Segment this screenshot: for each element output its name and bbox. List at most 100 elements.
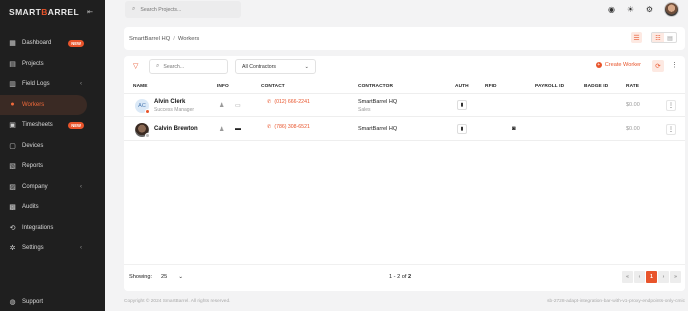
sidebar-item-workers[interactable]: ● Workers <box>0 94 87 115</box>
refresh-button[interactable]: ⟳ <box>652 60 664 72</box>
row-actions-button[interactable]: ⋮ <box>666 100 676 111</box>
workers-toolbar: ▽ ⌕ All Contractors ⌄ + Create Worker ⟳ … <box>124 56 685 78</box>
sidebar-item-integrations[interactable]: ⟲ Integrations <box>0 218 87 239</box>
contact-phone[interactable]: ✆ (786) 308-6521 <box>267 124 310 130</box>
gear-icon[interactable]: ⚙ <box>645 5 654 14</box>
col-contact[interactable]: CONTACT <box>261 84 285 89</box>
chevron-left-icon: ‹ <box>80 81 82 88</box>
person-icon: ♟ <box>219 127 225 133</box>
page-number-button[interactable]: 1 <box>646 271 657 283</box>
page-size-select[interactable]: 25 ⌄ <box>159 271 185 283</box>
menu-lines-icon[interactable]: ☰ <box>631 32 642 43</box>
sidebar-item-field-logs[interactable]: ▥ Field Logs ‹ <box>0 74 87 95</box>
sidebar-item-label: Field Logs <box>22 81 50 88</box>
first-page-button[interactable]: « <box>622 271 633 283</box>
last-page-button[interactable]: » <box>670 271 681 283</box>
sidebar-item-label: Workers <box>22 101 45 108</box>
table-row[interactable]: AC Alvin Clerk Success Manager ♟ ▭ ✆ (012… <box>124 94 685 117</box>
col-payroll[interactable]: PAYROLL ID <box>535 84 564 89</box>
contractor-select[interactable]: All Contractors ⌄ <box>235 59 316 74</box>
worker-name[interactable]: Alvin Clerk <box>154 99 185 105</box>
col-auth: AUTH <box>455 84 469 89</box>
contact-phone[interactable]: ✆ (012) 666-2241 <box>267 99 310 105</box>
projects-icon: ▤ <box>9 60 16 68</box>
notifications-icon[interactable]: ◉ <box>607 5 616 14</box>
mobile-auth-icon[interactable]: ▮ <box>457 124 467 134</box>
audits-icon: ▩ <box>9 204 16 212</box>
user-avatar[interactable] <box>664 2 679 17</box>
worker-search[interactable]: ⌕ <box>149 59 228 74</box>
breadcrumb-current: Workers <box>177 35 200 42</box>
pager: « ‹ 1 › » <box>622 271 681 283</box>
sidebar-item-dashboard[interactable]: ▦ Dashboard NEW <box>0 33 87 54</box>
prev-page-button[interactable]: ‹ <box>634 271 645 283</box>
sidebar-item-company[interactable]: ▨ Company ‹ <box>0 177 87 198</box>
project-search-input[interactable] <box>140 6 236 13</box>
search-icon: ⌕ <box>132 6 136 12</box>
rate-value: $0.00 <box>626 102 640 108</box>
workers-icon: ● <box>10 101 15 109</box>
worker-name[interactable]: Calvin Brewton <box>154 126 198 132</box>
mobile-auth-icon[interactable]: ▮ <box>457 100 467 110</box>
breadcrumb: SmartBarrel HQ / Workers ☰ ☷ ▤ <box>124 27 685 50</box>
page-range: 1 - 2 of 2 <box>389 274 412 280</box>
col-rate[interactable]: RATE <box>626 84 639 89</box>
top-actions: ◉ ☀ ⚙ <box>607 2 679 17</box>
more-options-icon[interactable]: ⋮ <box>671 61 678 69</box>
reports-icon: ▧ <box>9 163 16 171</box>
sidebar-item-devices[interactable]: ▢ Devices <box>0 136 87 157</box>
project-search[interactable]: ⌕ <box>125 1 241 18</box>
sidebar-item-label: Audits <box>22 204 39 211</box>
brand-logo[interactable]: SMARTBARREL ⇤ <box>0 0 105 24</box>
chevron-left-icon: ‹ <box>80 183 82 190</box>
search-icon: ⌕ <box>156 63 160 69</box>
collapse-sidebar-icon[interactable]: ⇤ <box>87 8 93 16</box>
sidebar-nav: ▦ Dashboard NEW ▤ Projects ▥ Field Logs ‹ ● Worke… <box>0 33 105 259</box>
brand-name: SMARTBARREL <box>9 7 80 17</box>
col-badge[interactable]: BADGE ID <box>584 84 608 89</box>
phone-icon: ✆ <box>267 99 272 105</box>
sidebar-item-label: Dashboard <box>22 40 52 47</box>
table-view-button[interactable]: ▤ <box>664 33 676 42</box>
sidebar-item-label: Settings <box>22 245 44 252</box>
top-bar: ⌕ ◉ ☀ ⚙ <box>105 0 688 19</box>
app-root: SMARTBARREL ⇤ ▦ Dashboard NEW ▤ Projects ▥ Fie… <box>0 0 688 311</box>
id-card-icon: ▬ <box>235 126 241 132</box>
page-footer: Copyright © 2024 SmartBarrel. All rights… <box>124 299 685 309</box>
sidebar-item-support[interactable]: ◍ Support <box>0 295 105 308</box>
new-badge: NEW <box>68 121 84 129</box>
worker-search-input[interactable] <box>163 63 224 70</box>
devices-icon: ▢ <box>9 142 16 150</box>
filter-funnel-icon[interactable]: ▽ <box>133 62 138 70</box>
list-view-button[interactable]: ☷ <box>652 33 664 42</box>
sidebar-item-reports[interactable]: ▧ Reports <box>0 156 87 177</box>
sidebar-item-label: Projects <box>22 60 44 67</box>
chevron-left-icon: ‹ <box>80 245 82 252</box>
next-page-button[interactable]: › <box>658 271 669 283</box>
table-row[interactable]: Calvin Brewton ♟ ▬ ✆ (786) 308-6521 Smart… <box>124 118 685 141</box>
breadcrumb-root[interactable]: SmartBarrel HQ <box>129 36 170 42</box>
status-dot <box>145 109 150 114</box>
settings-icon: ✲ <box>9 245 16 253</box>
sidebar-item-settings[interactable]: ✲ Settings ‹ <box>0 238 87 259</box>
col-rfid: RFID <box>485 84 497 89</box>
theme-toggle-icon[interactable]: ☀ <box>626 5 635 14</box>
company-icon: ▨ <box>9 183 16 191</box>
sidebar-item-projects[interactable]: ▤ Projects <box>0 54 87 75</box>
sidebar: SMARTBARREL ⇤ ▦ Dashboard NEW ▤ Projects ▥ Fie… <box>0 0 105 311</box>
page-size-value: 25 <box>161 274 168 280</box>
contractor-department: Sales <box>358 107 371 113</box>
col-contractor[interactable]: CONTRACTOR <box>358 84 393 89</box>
worker-role: Success Manager <box>154 107 195 113</box>
workers-panel: ▽ ⌕ All Contractors ⌄ + Create Worker ⟳ … <box>124 56 685 291</box>
sidebar-item-audits[interactable]: ▩ Audits <box>0 197 87 218</box>
create-worker-button[interactable]: + Create Worker <box>595 62 641 68</box>
phone-icon: ✆ <box>267 124 272 130</box>
sidebar-item-timesheets[interactable]: ▣ Timesheets NEW <box>0 115 87 136</box>
sidebar-item-label: Integrations <box>22 224 54 231</box>
build-info: sb-2728-adapt-integration-bar-with-v1-pr… <box>547 299 685 304</box>
copyright-text: Copyright © 2024 SmartBarrel. All rights… <box>124 299 231 304</box>
col-name[interactable]: NAME <box>133 84 148 89</box>
row-actions-button[interactable]: ⋮ <box>666 124 676 135</box>
rate-value: $0.00 <box>626 126 640 132</box>
